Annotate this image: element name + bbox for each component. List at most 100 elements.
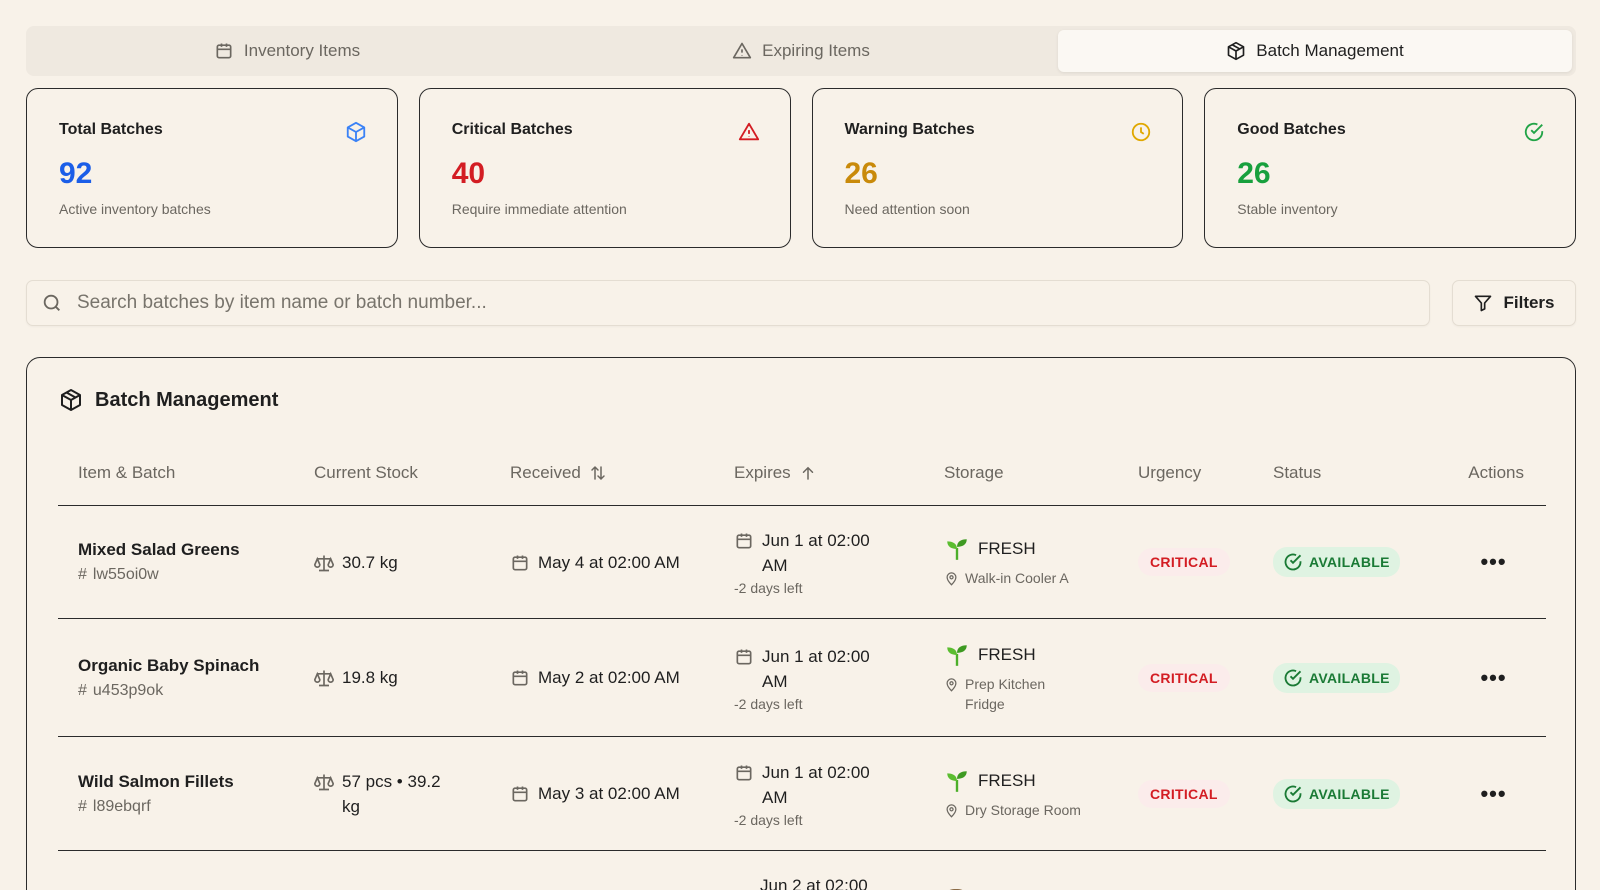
package-icon — [61, 389, 81, 411]
batch-number-text: l89ebqrf — [92, 797, 151, 815]
filters-label: Filters — [1503, 293, 1555, 312]
status-text: AVAILABLE — [1309, 669, 1390, 686]
more-actions-icon[interactable]: ••• — [1480, 551, 1506, 573]
scale-icon — [314, 670, 334, 687]
panel-title-text: Batch Management — [95, 388, 279, 411]
received-date: May 3 at 02:00 AM — [538, 784, 680, 803]
stock-cell: 19.8 kg — [314, 665, 510, 690]
sort-both-icon[interactable] — [589, 464, 607, 482]
received-cell: May 3 at 02:00 AM — [510, 781, 734, 806]
calendar-icon — [512, 670, 528, 686]
column-header-actions: Actions — [1441, 463, 1546, 483]
sort-ascending-icon[interactable] — [799, 464, 817, 482]
stock-cell: 30.7 kg — [314, 550, 510, 575]
tab-bar: Inventory Items Expiring Items Batch Man… — [26, 26, 1576, 76]
table-row[interactable]: Organic Baby Spinach # u453p9ok 19.8 kg M… — [58, 619, 1546, 737]
expires-date: Jun 1 at 02:00 AM — [762, 646, 870, 691]
item-batch-cell: Wild Salmon Fillets # l89ebqrf — [58, 772, 314, 816]
more-actions-icon[interactable]: ••• — [1480, 782, 1506, 804]
storage-type: FRESH — [978, 770, 1036, 790]
column-header-expires[interactable]: Expires — [734, 463, 944, 483]
column-header-received[interactable]: Received — [510, 463, 734, 483]
calendar-icon — [512, 786, 528, 802]
tab-batch-management[interactable]: Batch Management — [1058, 30, 1572, 72]
critical-batches-card: Critical Batches 40 Require immediate at… — [418, 88, 791, 248]
storage-cell: FRESH Walk-in Cooler A — [944, 536, 1138, 588]
tab-label: Inventory Items — [243, 41, 361, 60]
table-row[interactable]: Mixed Salad Greens # lw55oi0w 30.7 kg May… — [58, 506, 1546, 619]
batch-number-text: lw55oi0w — [92, 566, 159, 583]
item-batch-cell: Mixed Salad Greens # lw55oi0w — [58, 540, 314, 584]
card-value: 92 — [59, 157, 93, 190]
check-circle-icon — [1284, 553, 1302, 571]
stats-row: Total Batches 92 Active inventory batche… — [26, 88, 1576, 248]
received-cell: May 4 at 02:00 AM — [510, 550, 734, 575]
filters-button[interactable]: Filters — [1452, 280, 1576, 326]
days-left: -2 days left — [734, 695, 803, 712]
tab-label: Expiring Items — [762, 41, 870, 60]
card-description: Active inventory batches — [59, 201, 211, 217]
hash-icon: # — [78, 797, 87, 815]
received-date: May 2 at 02:00 AM — [538, 668, 680, 687]
status-text: AVAILABLE — [1309, 785, 1390, 802]
column-header-item-batch: Item & Batch — [58, 463, 314, 483]
sprout-icon — [947, 539, 967, 560]
storage-location: Dry Storage Room — [965, 801, 1081, 818]
scale-icon — [314, 774, 334, 790]
column-label: Status — [1273, 462, 1322, 482]
column-label: Expires — [734, 462, 791, 482]
actions-cell: ••• — [1441, 666, 1546, 688]
hash-icon: # — [78, 681, 87, 699]
warning-icon — [732, 42, 752, 59]
hash-icon: # — [78, 566, 87, 583]
good-batches-card: Good Batches 26 Stable inventory — [1204, 88, 1576, 248]
storage-cell: FRESH Dry Storage Room — [944, 768, 1138, 820]
sprout-icon — [947, 644, 967, 666]
scale-icon — [314, 555, 334, 571]
total-batches-card: Total Batches 92 Active inventory batche… — [26, 88, 398, 248]
batch-management-panel: Batch Management Item & Batch Current St… — [26, 357, 1576, 890]
status-text: AVAILABLE — [1309, 554, 1390, 570]
tab-label: Batch Management — [1256, 41, 1404, 60]
storage-cell — [944, 873, 1138, 890]
batch-table: Item & Batch Current Stock Received Expi… — [58, 440, 1546, 890]
received-cell: May 2 at 02:00 AM — [510, 665, 734, 690]
search-input[interactable] — [77, 292, 1377, 314]
expires-date: Jun 2 at 02:00 — [760, 876, 868, 890]
table-row[interactable]: Wild Salmon Fillets # l89ebqrf 57 pcs • 3… — [58, 737, 1546, 851]
storage-location: Walk-in Cooler A — [965, 570, 1069, 586]
storage-location: Prep Kitchen Fridge — [965, 675, 1046, 712]
panel-title: Batch Management — [59, 388, 278, 412]
tab-inventory-items[interactable]: Inventory Items — [30, 30, 544, 72]
card-description: Require immediate attention — [451, 201, 627, 217]
column-label: Storage — [944, 462, 1004, 482]
column-header-current-stock: Current Stock — [314, 463, 510, 483]
item-name: Mixed Salad Greens — [78, 540, 240, 559]
more-actions-icon[interactable]: ••• — [1480, 666, 1506, 688]
warning-icon — [738, 122, 759, 141]
actions-cell: ••• — [1441, 551, 1546, 573]
item-batch-cell: Organic Baby Spinach # u453p9ok — [58, 656, 314, 700]
stock-value: 19.8 kg — [342, 668, 398, 687]
table-row[interactable]: Jun 2 at 02:00 — [58, 851, 1546, 890]
expires-cell: Jun 1 at 02:00 AM -2 days left — [734, 528, 944, 596]
status-cell: AVAILABLE — [1273, 662, 1441, 693]
status-cell: AVAILABLE — [1273, 547, 1441, 577]
item-name: Organic Baby Spinach — [78, 655, 260, 675]
location-pin-icon — [946, 677, 957, 692]
status-badge: AVAILABLE — [1273, 547, 1400, 577]
batch-number: # u453p9ok — [78, 682, 314, 700]
stock-value: 30.7 kg — [342, 552, 398, 572]
table-header: Item & Batch Current Stock Received Expi… — [58, 440, 1546, 506]
urgency-badge: CRITICAL — [1138, 548, 1230, 576]
card-title: Warning Batches — [844, 121, 975, 138]
item-name: Wild Salmon Fillets — [78, 771, 234, 791]
actions-cell: ••• — [1441, 782, 1546, 804]
stock-cell: 57 pcs • 39.2 kg — [314, 769, 510, 819]
tab-expiring-items[interactable]: Expiring Items — [544, 30, 1058, 72]
check-circle-icon — [1524, 122, 1544, 142]
package-icon — [346, 121, 365, 143]
location-pin-icon — [946, 803, 957, 818]
check-circle-icon — [1284, 669, 1302, 686]
batch-number: # l89ebqrf — [78, 798, 314, 816]
